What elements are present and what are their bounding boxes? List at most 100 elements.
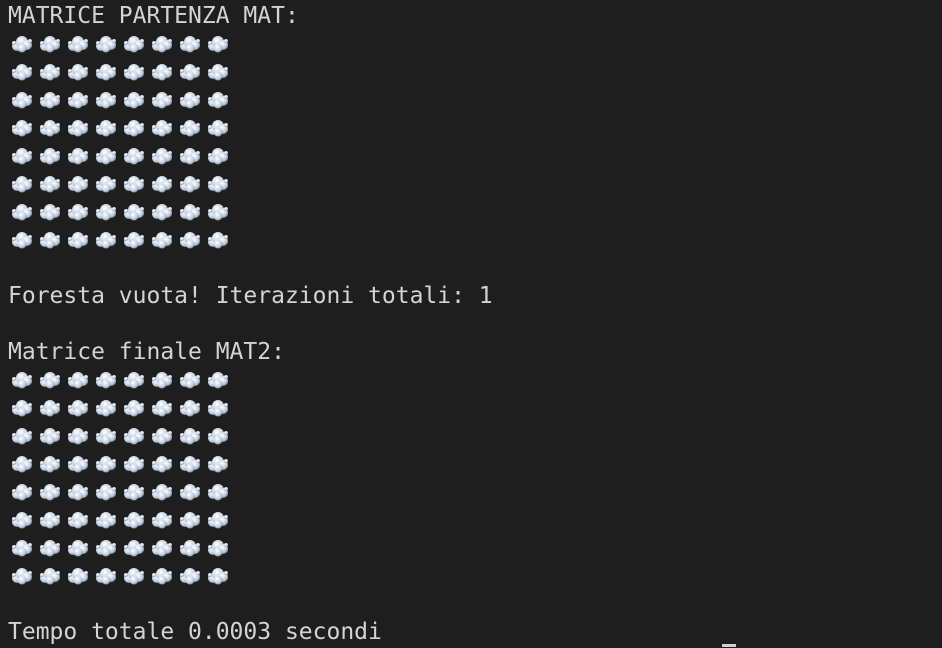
matrix-cell — [204, 366, 232, 394]
matrix-row — [8, 478, 232, 506]
matrix-cell — [92, 366, 120, 394]
cloud-icon — [207, 231, 229, 249]
matrix-row — [8, 142, 232, 170]
matrix-cell — [92, 422, 120, 450]
matrix-cell — [204, 394, 232, 422]
cloud-icon — [179, 427, 201, 445]
terminal-cursor — [722, 644, 736, 647]
cloud-icon — [95, 455, 117, 473]
cloud-icon — [207, 63, 229, 81]
cloud-icon — [151, 147, 173, 165]
matrix-start-grid — [8, 30, 232, 254]
matrix-cell — [64, 506, 92, 534]
matrix-cell — [148, 142, 176, 170]
matrix-row — [8, 198, 232, 226]
cloud-icon — [179, 63, 201, 81]
matrix-row — [8, 422, 232, 450]
matrix-row — [8, 366, 232, 394]
cloud-icon — [151, 63, 173, 81]
elapsed-time: Tempo totale 0.0003 secondi — [8, 619, 382, 645]
cloud-icon — [151, 203, 173, 221]
cloud-icon — [11, 427, 33, 445]
cloud-icon — [207, 175, 229, 193]
cloud-icon — [67, 539, 89, 557]
matrix-cell — [92, 562, 120, 590]
cloud-icon — [11, 35, 33, 53]
matrix-cell — [36, 534, 64, 562]
matrix-cell — [120, 114, 148, 142]
matrix-cell — [36, 30, 64, 58]
matrix-row — [8, 58, 232, 86]
cloud-icon — [95, 539, 117, 557]
cloud-icon — [151, 91, 173, 109]
cloud-icon — [179, 511, 201, 529]
terminal-output[interactable]: MATRICE PARTENZA MAT: Foresta vuota! Ite… — [0, 0, 942, 648]
cloud-icon — [95, 119, 117, 137]
cloud-icon — [207, 455, 229, 473]
cloud-icon — [11, 455, 33, 473]
matrix-cell — [120, 422, 148, 450]
cloud-icon — [95, 399, 117, 417]
cloud-icon — [179, 567, 201, 585]
cloud-icon — [11, 371, 33, 389]
matrix-cell — [204, 506, 232, 534]
cloud-icon — [123, 483, 145, 501]
cloud-icon — [123, 91, 145, 109]
matrix-cell — [204, 170, 232, 198]
matrix-cell — [64, 86, 92, 114]
matrix-cell — [64, 58, 92, 86]
cloud-icon — [207, 203, 229, 221]
cloud-icon — [39, 511, 61, 529]
matrix-cell — [92, 198, 120, 226]
matrix-cell — [176, 114, 204, 142]
matrix-start-title: MATRICE PARTENZA MAT: — [8, 3, 299, 29]
cloud-icon — [179, 147, 201, 165]
cloud-icon — [39, 399, 61, 417]
matrix-cell — [204, 478, 232, 506]
matrix-row — [8, 562, 232, 590]
matrix-cell — [120, 506, 148, 534]
matrix-row — [8, 506, 232, 534]
matrix-row — [8, 86, 232, 114]
cloud-icon — [151, 511, 173, 529]
matrix-cell — [64, 30, 92, 58]
matrix-cell — [120, 450, 148, 478]
matrix-cell — [8, 198, 36, 226]
cloud-icon — [179, 203, 201, 221]
matrix-cell — [120, 534, 148, 562]
matrix-cell — [8, 534, 36, 562]
matrix-cell — [36, 114, 64, 142]
matrix-cell — [8, 366, 36, 394]
cloud-icon — [123, 371, 145, 389]
matrix-cell — [148, 86, 176, 114]
matrix-final-title: Matrice finale MAT2: — [8, 339, 285, 365]
matrix-cell — [148, 506, 176, 534]
cloud-icon — [39, 91, 61, 109]
cloud-icon — [123, 175, 145, 193]
matrix-cell — [176, 478, 204, 506]
cloud-icon — [123, 427, 145, 445]
cloud-icon — [39, 231, 61, 249]
cloud-icon — [67, 147, 89, 165]
cloud-icon — [95, 147, 117, 165]
cloud-icon — [179, 483, 201, 501]
matrix-cell — [120, 198, 148, 226]
matrix-cell — [92, 226, 120, 254]
cloud-icon — [207, 147, 229, 165]
matrix-cell — [120, 86, 148, 114]
matrix-cell — [92, 478, 120, 506]
cloud-icon — [39, 175, 61, 193]
matrix-cell — [64, 534, 92, 562]
matrix-cell — [8, 30, 36, 58]
cloud-icon — [207, 483, 229, 501]
matrix-cell — [148, 58, 176, 86]
matrix-cell — [64, 142, 92, 170]
cloud-icon — [123, 455, 145, 473]
cloud-icon — [67, 483, 89, 501]
matrix-cell — [176, 422, 204, 450]
matrix-cell — [92, 506, 120, 534]
matrix-cell — [36, 198, 64, 226]
matrix-cell — [8, 394, 36, 422]
cloud-icon — [67, 455, 89, 473]
matrix-cell — [92, 450, 120, 478]
